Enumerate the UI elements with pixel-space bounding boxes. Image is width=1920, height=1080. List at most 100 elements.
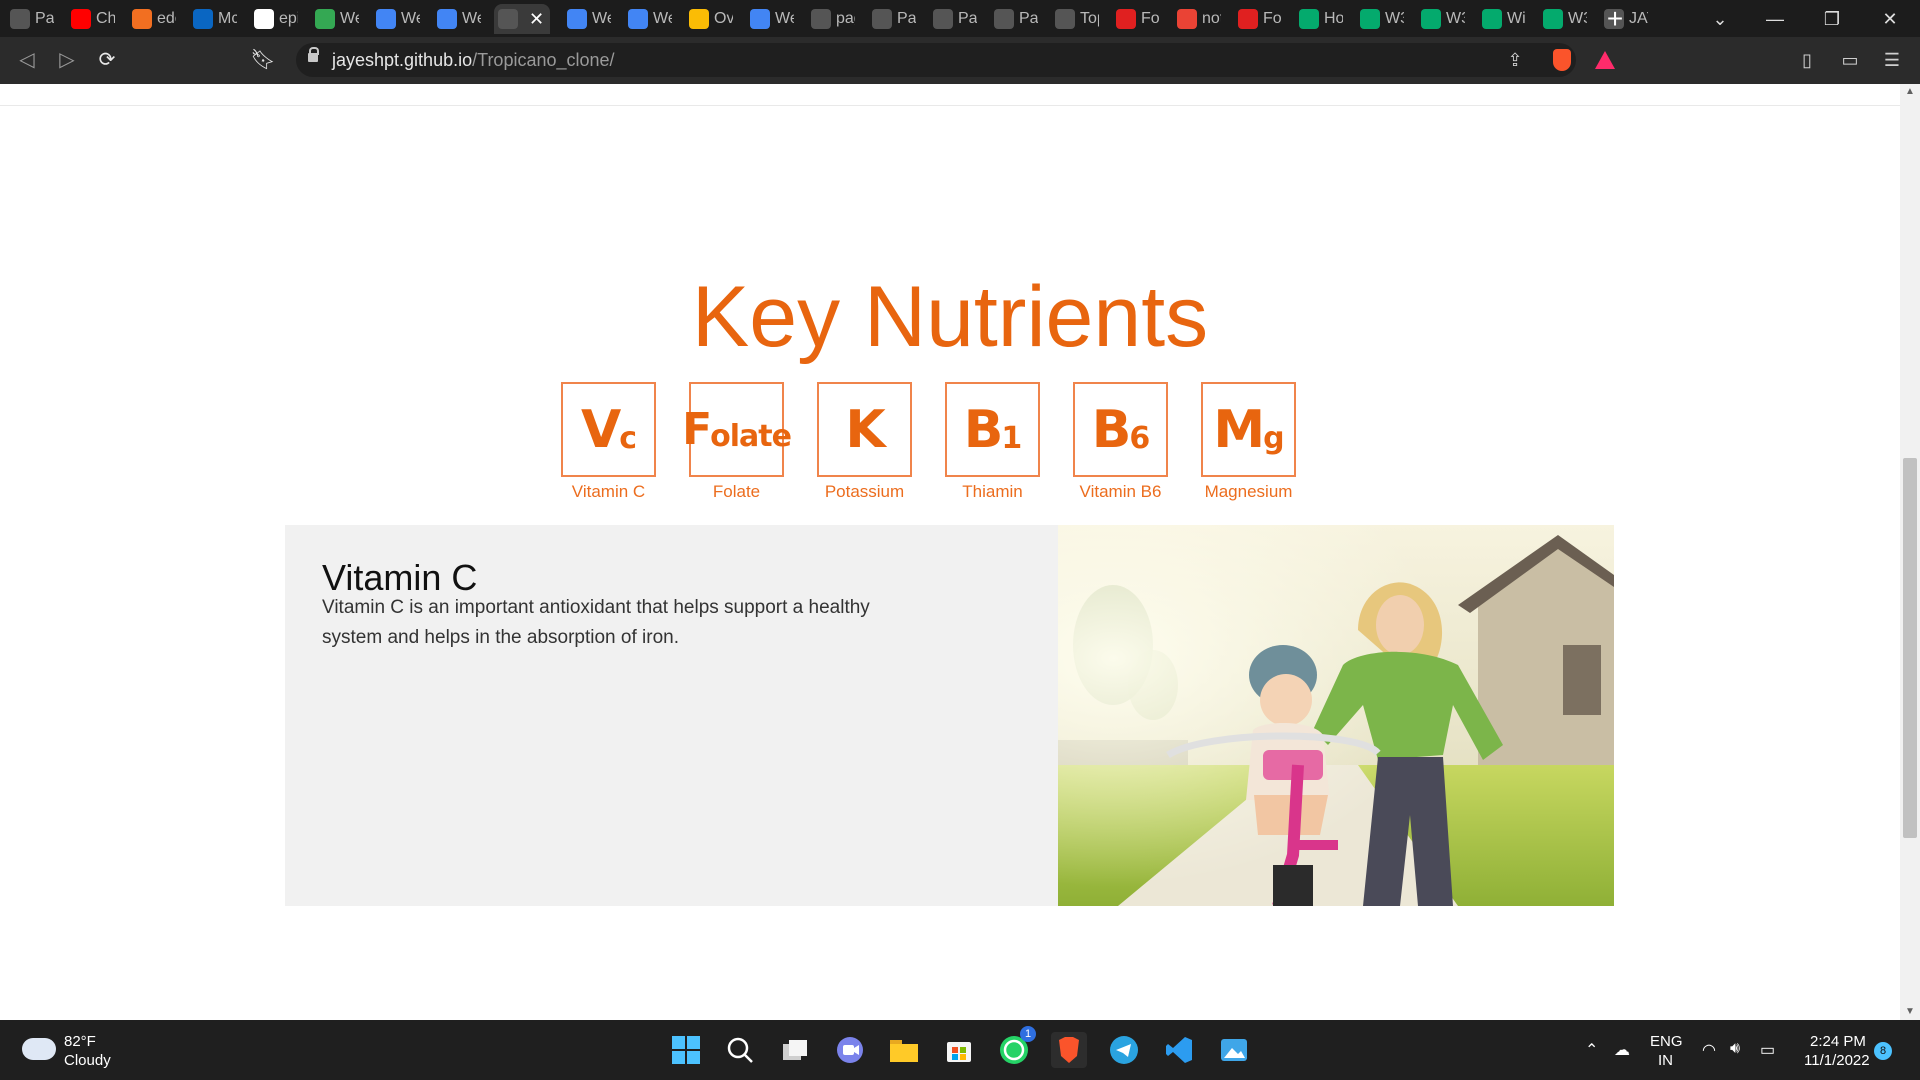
vscode-icon[interactable] [1161, 1032, 1197, 1068]
browser-tab[interactable]: For [1112, 4, 1160, 34]
restore-button[interactable]: ❐ [1812, 4, 1852, 34]
tab-label: We [340, 10, 359, 27]
browser-tab[interactable]: Mc [189, 4, 237, 34]
browser-tab[interactable]: pag [807, 4, 855, 34]
browser-tab[interactable]: Ho [1295, 4, 1343, 34]
address-bar[interactable]: jayeshpt.github.io/Tropicano_clone/ [296, 43, 1576, 77]
browser-tab[interactable]: Wi [1478, 4, 1526, 34]
magnesium-icon: Mg [1201, 382, 1296, 477]
forms-icon [1116, 9, 1136, 29]
wifi-icon[interactable]: ◠ [1702, 1040, 1716, 1060]
volume-icon[interactable]: 🔊︎ [1730, 1040, 1740, 1058]
nutrient-thiamin[interactable]: B1 Thiamin [945, 382, 1040, 502]
whatsapp-icon[interactable]: 1 [996, 1026, 1036, 1068]
browser-tab[interactable]: W3 [1417, 4, 1465, 34]
photos-icon[interactable] [1216, 1032, 1252, 1068]
language-bottom[interactable]: IN [1658, 1051, 1673, 1070]
new-tab-button[interactable]: + [1600, 4, 1630, 34]
sidebar-icon[interactable]: ▯ [1792, 45, 1822, 75]
nutrient-vitamin-c[interactable]: Vc Vitamin C [561, 382, 656, 502]
scroll-down-arrow-icon[interactable]: ▼ [1900, 1004, 1920, 1020]
scroll-thumb[interactable] [1903, 458, 1917, 838]
wallet-icon[interactable]: ▭ [1835, 45, 1865, 75]
tab-active[interactable]: ✕ [494, 4, 550, 34]
tab-label: W3 [1385, 10, 1404, 27]
tab-label: Pac [897, 10, 916, 27]
store-icon[interactable] [941, 1032, 977, 1068]
browser-tab[interactable]: We [311, 4, 359, 34]
brave-rewards-icon[interactable] [1595, 51, 1615, 69]
tab-label: Ho [1324, 10, 1343, 27]
bookmark-icon[interactable]: 🔖︎ [248, 45, 278, 75]
browser-tab[interactable]: Top [1051, 4, 1099, 34]
cloudy-weather-icon[interactable] [22, 1038, 56, 1060]
thiamin-icon: B1 [945, 382, 1040, 477]
w3-icon [1299, 9, 1319, 29]
clock-time[interactable]: 2:24 PM [1810, 1032, 1866, 1051]
language-top[interactable]: ENG [1650, 1032, 1683, 1051]
browser-tab[interactable]: We [433, 4, 481, 34]
nutrient-label: Magnesium [1204, 482, 1293, 501]
clock-date[interactable]: 11/1/2022 [1804, 1051, 1870, 1070]
battery-icon[interactable]: ▭ [1760, 1040, 1775, 1060]
nutrient-potassium[interactable]: K Potassium [817, 382, 912, 502]
telegram-icon[interactable] [1106, 1032, 1142, 1068]
docs-icon [628, 9, 648, 29]
browser-tab[interactable]: We [746, 4, 794, 34]
nutrient-magnesium[interactable]: Mg Magnesium [1201, 382, 1296, 502]
tab-label: Pac [1019, 10, 1038, 27]
browser-tab[interactable]: Pac [868, 4, 916, 34]
weather-temp[interactable]: 82°F [64, 1032, 96, 1051]
forward-button[interactable]: ▷ [52, 45, 82, 75]
tab-search-icon[interactable]: ⌄ [1700, 4, 1740, 34]
nutrient-vitamin-b6[interactable]: B6 Vitamin B6 [1073, 382, 1168, 502]
tab-label: Pac [958, 10, 977, 27]
docs-icon [437, 9, 457, 29]
weather-desc[interactable]: Cloudy [64, 1051, 111, 1070]
nutrient-detail-panel: Vitamin C Vitamin C is an important anti… [285, 525, 1058, 906]
reload-button[interactable]: ⟳ [92, 45, 122, 75]
start-icon[interactable] [668, 1032, 704, 1068]
tab-label: We [401, 10, 420, 27]
menu-icon[interactable]: ☰ [1877, 45, 1907, 75]
globe-icon [10, 9, 30, 29]
browser-tab[interactable]: We [624, 4, 672, 34]
back-button[interactable]: ◁ [12, 45, 42, 75]
browser-tab[interactable]: epi [250, 4, 298, 34]
drive-icon [315, 9, 335, 29]
onedrive-icon[interactable]: ☁︎ [1614, 1040, 1630, 1060]
browser-tab[interactable]: edc [128, 4, 176, 34]
close-tab-icon[interactable]: ✕ [529, 9, 544, 30]
notification-badge[interactable]: 8 [1874, 1042, 1892, 1060]
tab-label: not [1202, 10, 1221, 27]
browser-tab[interactable]: We [563, 4, 611, 34]
task-view-icon[interactable] [777, 1032, 813, 1068]
browser-tab[interactable]: Pac [929, 4, 977, 34]
browser-tab[interactable]: Pac [6, 4, 54, 34]
nutrient-folate[interactable]: Folate Folate [682, 382, 792, 502]
file-explorer-icon[interactable] [886, 1032, 922, 1068]
folate-icon: Folate [682, 382, 792, 477]
browser-tab[interactable]: Cha [67, 4, 115, 34]
page-title: Key Nutrients [691, 269, 1209, 365]
brave-icon[interactable] [1051, 1032, 1087, 1068]
browser-tab[interactable]: We [372, 4, 420, 34]
browser-tab[interactable]: not [1173, 4, 1221, 34]
share-icon[interactable]: ⇪ [1500, 45, 1530, 75]
browser-tab[interactable]: W3 [1356, 4, 1404, 34]
show-hidden-icons-icon[interactable]: ⌃ [1585, 1040, 1598, 1060]
tab-label: W3 [1568, 10, 1587, 27]
search-icon[interactable] [722, 1032, 758, 1068]
detail-text: Vitamin C is an important antioxidant th… [322, 597, 870, 648]
scroll-up-arrow-icon[interactable]: ▲ [1900, 84, 1920, 100]
page-scrollbar[interactable]: ▲ ▼ [1900, 84, 1920, 1020]
chat-icon[interactable] [832, 1032, 868, 1068]
browser-tab[interactable]: Pac [990, 4, 1038, 34]
brave-shields-icon[interactable] [1553, 49, 1571, 71]
browser-tab[interactable]: For [1234, 4, 1282, 34]
minimize-button[interactable]: — [1755, 4, 1795, 34]
browser-tab[interactable]: Ov [685, 4, 733, 34]
globe-icon [933, 9, 953, 29]
browser-tab[interactable]: W3 [1539, 4, 1587, 34]
close-window-button[interactable]: ✕ [1870, 4, 1910, 34]
